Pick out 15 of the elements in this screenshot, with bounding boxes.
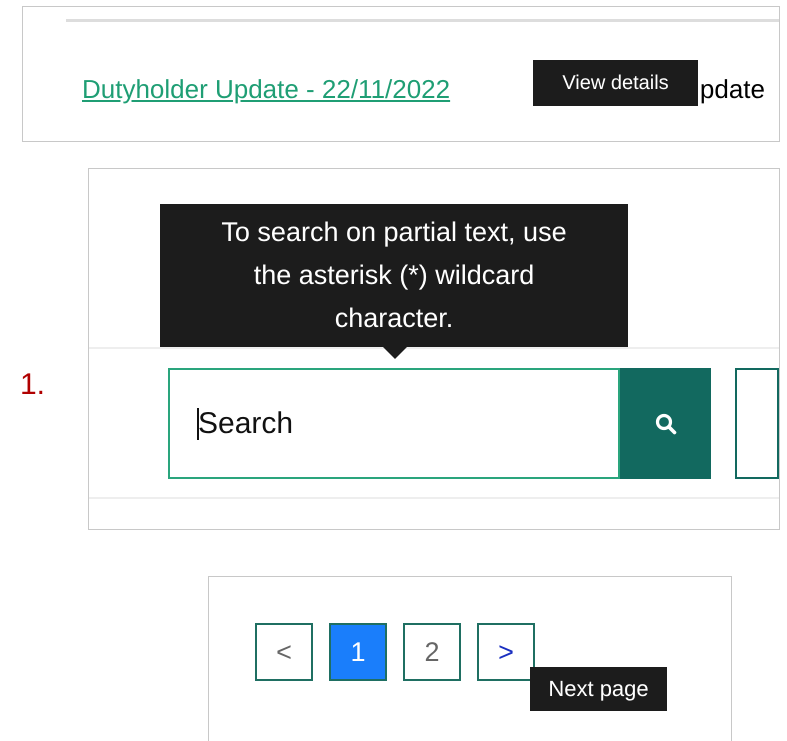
update-link[interactable]: Dutyholder Update - 22/11/2022 (82, 74, 450, 105)
tooltip: View details (533, 60, 698, 106)
tooltip: Next page (530, 667, 667, 711)
page-button[interactable]: < (255, 623, 313, 681)
tooltip-arrow (383, 347, 407, 359)
page-button[interactable]: > (477, 623, 535, 681)
step-label: 1. (19, 368, 46, 403)
search-icon (654, 412, 678, 436)
page-button[interactable]: 1 (329, 623, 387, 681)
text-cursor (197, 408, 199, 440)
input-field[interactable] (735, 368, 779, 479)
update-text: pdate (700, 74, 765, 105)
page-button[interactable]: 2 (403, 623, 461, 681)
tooltip: To search on partial text, use the asterisk (*) wildcard character. (160, 204, 628, 347)
search-field[interactable]: Search (168, 368, 620, 479)
